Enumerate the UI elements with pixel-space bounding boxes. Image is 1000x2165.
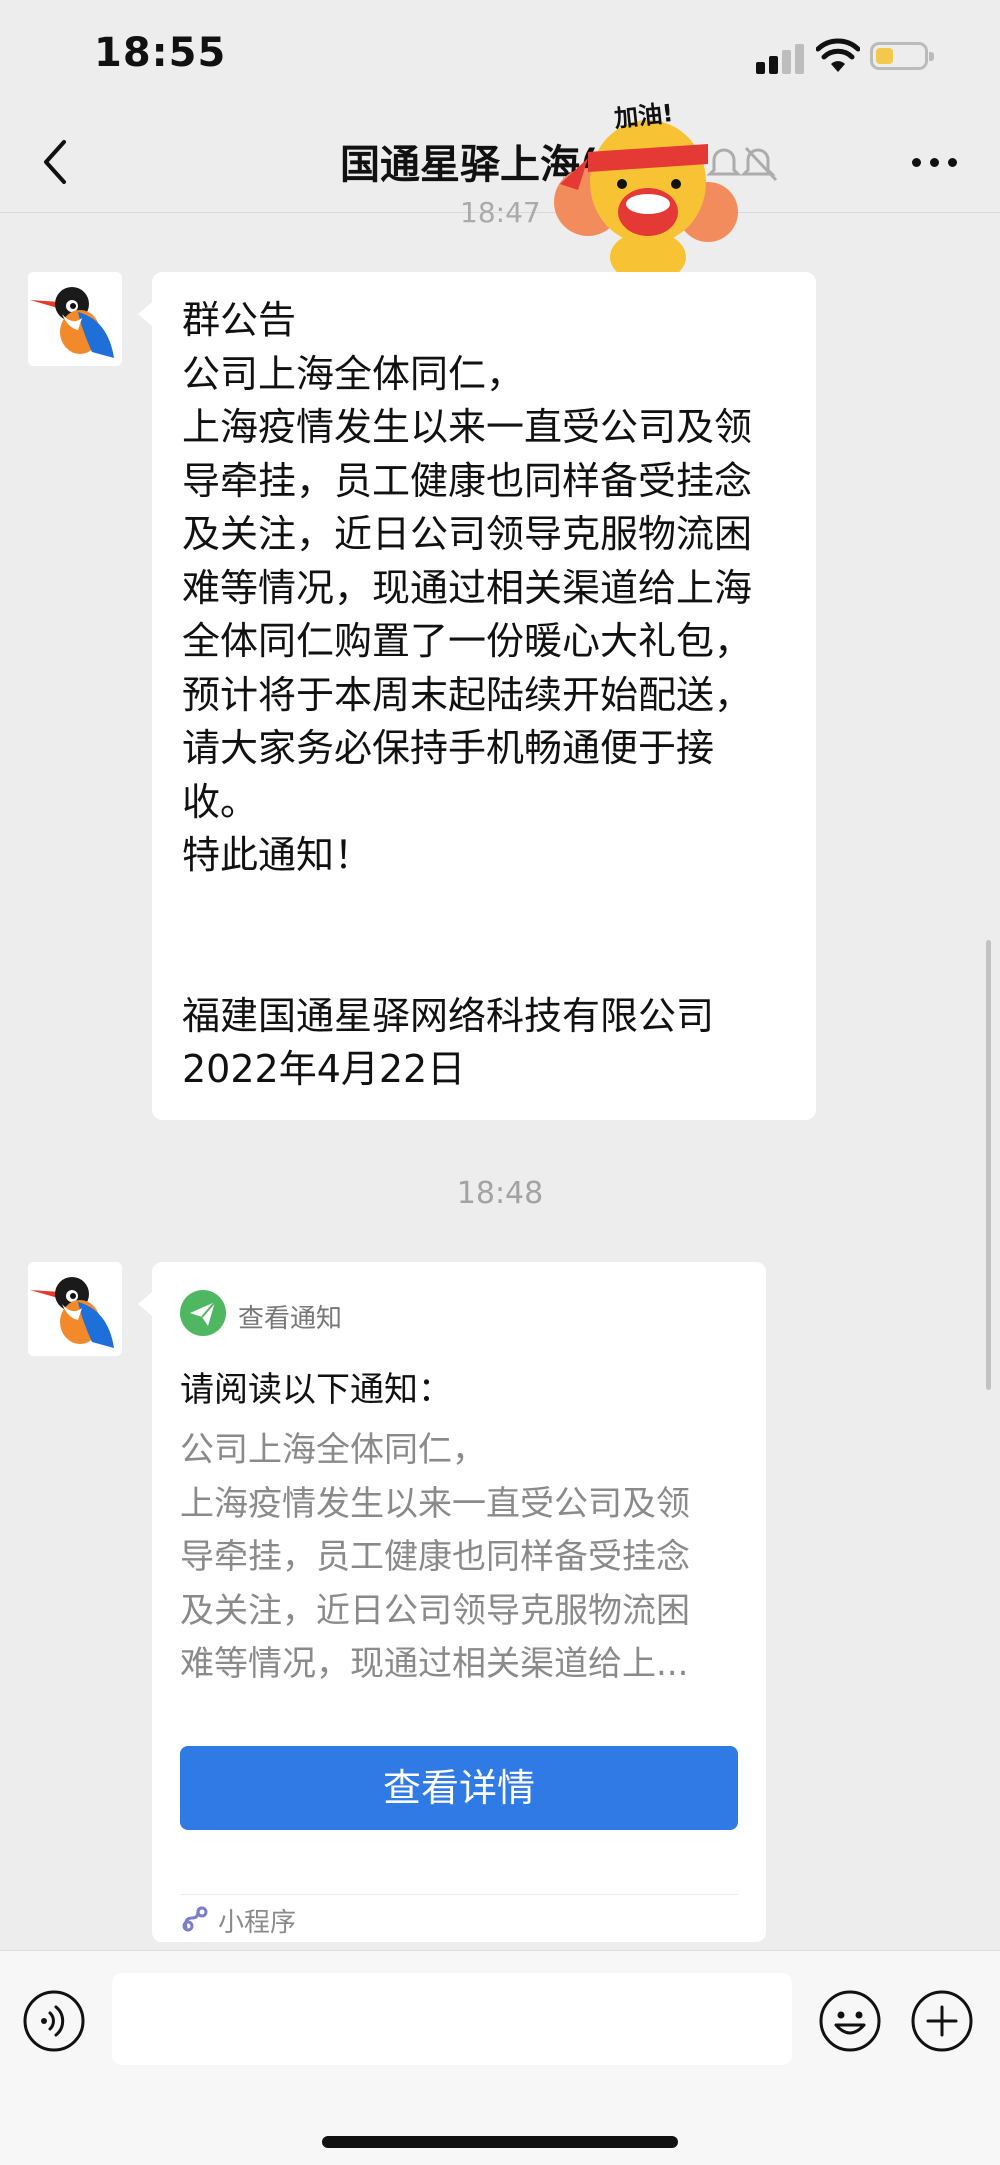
back-icon[interactable] xyxy=(38,138,72,186)
avatar[interactable] xyxy=(28,272,122,366)
mini-program-label: 小程序 xyxy=(218,1908,297,1938)
battery-icon xyxy=(870,42,934,70)
mini-program-card[interactable]: 查看通知 请阅读以下通知： 公司上海全体同仁， 上海疫情发生以来一直受公司及领 … xyxy=(138,1262,766,1942)
voice-icon[interactable] xyxy=(22,1989,86,2053)
mini-program-icon xyxy=(182,1906,208,1932)
divider xyxy=(180,1894,738,1895)
text-line: 难等情况，现通过相关渠道给上... xyxy=(180,1644,689,1684)
scrollbar[interactable] xyxy=(986,940,991,1390)
text-line: 2022年4月22日 xyxy=(182,1047,466,1091)
view-details-button[interactable]: 查看详情 xyxy=(180,1746,738,1830)
card-title: 请阅读以下通知： xyxy=(180,1370,452,1410)
message-input[interactable] xyxy=(112,1973,792,2065)
text-line: 上海疫情发生以来一直受公司及领 xyxy=(182,405,753,449)
announcement-bubble[interactable]: 群公告 公司上海全体同仁， 上海疫情发生以来一直受公司及领 导牵挂，员工健康也同… xyxy=(138,272,816,1120)
text-line: 导牵挂，员工健康也同样备受挂念 xyxy=(180,1537,690,1577)
card-body: 公司上海全体同仁， 上海疫情发生以来一直受公司及领 导牵挂，员工健康也同样备受挂… xyxy=(180,1424,750,1692)
sticker-caption: 加油! xyxy=(612,98,675,133)
send-icon xyxy=(180,1290,226,1336)
text-line: 公司上海全体同仁， xyxy=(180,1430,486,1470)
text-line: 导牵挂，员工健康也同样备受挂念 xyxy=(182,458,753,503)
wifi-icon xyxy=(816,38,860,72)
kingfisher-avatar-icon xyxy=(28,272,122,366)
status-bar: 18:55 xyxy=(0,0,1000,110)
text-line: 上海疫情发生以来一直受公司及领 xyxy=(180,1483,690,1524)
signal-icon xyxy=(756,44,806,74)
avatar[interactable] xyxy=(28,1262,122,1356)
kingfisher-avatar-icon xyxy=(28,1262,122,1356)
text-line: 及关注，近日公司领导克服物流困 xyxy=(182,512,753,556)
emoji-icon[interactable] xyxy=(818,1989,882,2053)
timestamp: 18:47 xyxy=(460,196,541,229)
card-app-name: 查看通知 xyxy=(238,1304,343,1334)
text-line xyxy=(182,883,802,937)
plus-icon[interactable] xyxy=(910,1989,974,2053)
announcement-text: 群公告 公司上海全体同仁， 上海疫情发生以来一直受公司及领 导牵挂，员工健康也同… xyxy=(182,294,802,1097)
text-line: 收。 xyxy=(182,779,259,824)
more-icon[interactable] xyxy=(912,158,958,168)
input-bar xyxy=(0,1950,1000,2165)
home-indicator xyxy=(322,2136,678,2148)
text-line: 全体同仁购置了一份暖心大礼包， xyxy=(182,619,753,663)
text-line: 特此通知！ xyxy=(182,833,373,877)
status-time: 18:55 xyxy=(94,30,227,76)
text-line: 难等情况，现通过相关渠道给上海 xyxy=(182,565,753,610)
text-line xyxy=(182,936,802,990)
text-line: 及关注，近日公司领导克服物流困 xyxy=(180,1590,690,1631)
text-line: 预计将于本周末起陆续开始配送， xyxy=(182,672,753,717)
text-line: 请大家务必保持手机畅通便于接 xyxy=(182,726,715,770)
text-line: 公司上海全体同仁， xyxy=(182,351,525,396)
text-line: 福建国通星驿网络科技有限公司 xyxy=(182,993,715,1038)
time-divider: 18:48 xyxy=(456,1176,544,1211)
text-line: 群公告 xyxy=(182,298,297,342)
